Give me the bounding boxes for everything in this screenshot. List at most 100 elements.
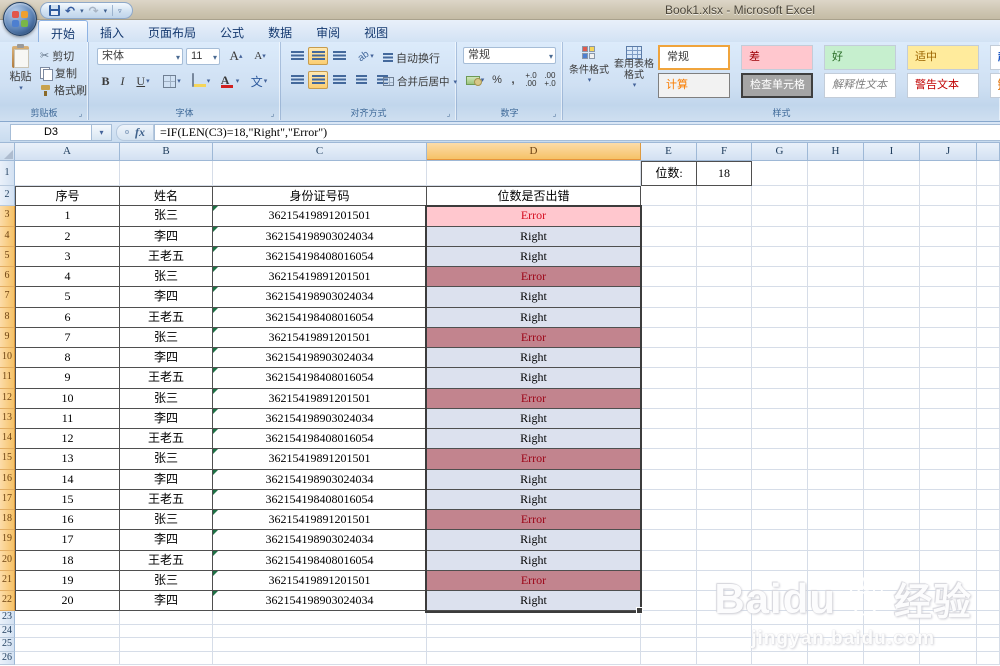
cell[interactable] [920, 368, 977, 389]
cell[interactable] [697, 510, 752, 531]
cell[interactable] [808, 530, 864, 551]
id-number-cell[interactable]: 36215419891201501 [213, 206, 427, 227]
table-header-cell[interactable]: 位数是否出错 [427, 186, 641, 207]
cell[interactable] [808, 186, 864, 207]
cell[interactable] [641, 408, 697, 429]
row-header-26[interactable]: 26 [0, 651, 15, 666]
table-header-cell[interactable]: 姓名 [120, 186, 213, 207]
table-cell[interactable]: 李四 [120, 408, 213, 429]
cell[interactable] [641, 368, 697, 389]
cell[interactable] [641, 186, 697, 207]
cell[interactable] [752, 408, 808, 429]
cell[interactable] [697, 429, 752, 450]
tab-view[interactable]: 视图 [352, 20, 400, 42]
office-button[interactable] [3, 2, 37, 36]
row-header-10[interactable]: 10 [0, 348, 15, 369]
cell[interactable] [977, 530, 1000, 551]
status-cell[interactable]: Error [427, 570, 641, 591]
cell[interactable] [752, 368, 808, 389]
cell[interactable] [213, 624, 427, 639]
cell[interactable] [864, 429, 920, 450]
cell[interactable] [808, 550, 864, 571]
cell[interactable] [864, 267, 920, 288]
cell[interactable] [977, 267, 1000, 288]
cell[interactable] [120, 651, 213, 666]
fill-color-button[interactable]: ▾ [188, 72, 214, 90]
align-top-button[interactable] [287, 47, 307, 65]
cell[interactable] [697, 530, 752, 551]
cell[interactable] [697, 624, 752, 639]
cell[interactable] [752, 638, 808, 652]
cell[interactable] [752, 161, 808, 186]
row-header-7[interactable]: 7 [0, 287, 15, 308]
cell[interactable] [977, 638, 1000, 652]
id-number-cell[interactable]: 36215419891201501 [213, 510, 427, 531]
row-header-9[interactable]: 9 [0, 327, 15, 348]
row-header-23[interactable]: 23 [0, 611, 15, 625]
cell[interactable] [920, 307, 977, 328]
row-header-17[interactable]: 17 [0, 489, 15, 510]
column-header-B[interactable]: B [120, 143, 213, 160]
row-header-20[interactable]: 20 [0, 550, 15, 571]
status-cell[interactable]: Error [427, 267, 641, 288]
cell[interactable] [697, 368, 752, 389]
cell[interactable] [920, 611, 977, 625]
row-header-22[interactable]: 22 [0, 591, 15, 612]
id-number-cell[interactable]: 362154198408016054 [213, 246, 427, 267]
cell[interactable] [864, 530, 920, 551]
table-cell[interactable]: 13 [15, 449, 120, 470]
table-cell[interactable]: 李四 [120, 226, 213, 247]
cell[interactable] [641, 611, 697, 625]
table-cell[interactable]: 20 [15, 591, 120, 612]
cell[interactable] [920, 469, 977, 490]
cell-style-good[interactable]: 好 [824, 45, 896, 70]
row-header-3[interactable]: 3 [0, 206, 15, 227]
table-cell[interactable]: 15 [15, 489, 120, 510]
cell[interactable] [697, 638, 752, 652]
align-bottom-button[interactable] [329, 47, 349, 65]
increase-decimal-button[interactable]: +.0.00 [522, 71, 540, 89]
status-cell[interactable]: Right [427, 246, 641, 267]
table-cell[interactable]: 5 [15, 287, 120, 308]
percent-format-button[interactable]: % [489, 71, 505, 89]
cell[interactable] [752, 651, 808, 666]
table-cell[interactable]: 王老五 [120, 489, 213, 510]
cell[interactable] [808, 246, 864, 267]
column-header-H[interactable]: H [808, 143, 864, 160]
cell[interactable] [977, 327, 1000, 348]
table-cell[interactable]: 9 [15, 368, 120, 389]
cell[interactable] [641, 570, 697, 591]
cell[interactable] [920, 429, 977, 450]
tab-data[interactable]: 数据 [256, 20, 304, 42]
cell[interactable] [120, 611, 213, 625]
cell[interactable] [977, 186, 1000, 207]
cell[interactable] [752, 206, 808, 227]
bold-button[interactable]: B [97, 72, 114, 90]
id-number-cell[interactable]: 362154198408016054 [213, 489, 427, 510]
status-cell[interactable]: Right [427, 591, 641, 612]
cell[interactable] [808, 489, 864, 510]
cell[interactable] [864, 348, 920, 369]
table-cell[interactable]: 19 [15, 570, 120, 591]
table-cell[interactable]: 李四 [120, 287, 213, 308]
cut-button[interactable]: ✂ 剪切 [40, 48, 74, 64]
alignment-dialog-launcher-icon[interactable]: ⌟ [444, 109, 453, 118]
cell[interactable] [920, 530, 977, 551]
cell[interactable] [864, 246, 920, 267]
name-box-dropdown-icon[interactable]: ▾ [92, 123, 112, 141]
cell[interactable] [920, 327, 977, 348]
cell[interactable] [752, 226, 808, 247]
cell[interactable] [641, 624, 697, 639]
cell[interactable] [864, 611, 920, 625]
align-right-button[interactable] [329, 71, 349, 89]
column-header-J[interactable]: J [920, 143, 977, 160]
table-cell[interactable]: 王老五 [120, 550, 213, 571]
cell-style-explanatory[interactable]: 解释性文本 [824, 73, 896, 98]
table-cell[interactable]: 8 [15, 348, 120, 369]
underline-button[interactable]: U ▾ [131, 72, 155, 90]
table-cell[interactable]: 1 [15, 206, 120, 227]
id-number-cell[interactable]: 36215419891201501 [213, 449, 427, 470]
cell[interactable] [697, 287, 752, 308]
cell[interactable] [641, 489, 697, 510]
row-header-8[interactable]: 8 [0, 307, 15, 328]
